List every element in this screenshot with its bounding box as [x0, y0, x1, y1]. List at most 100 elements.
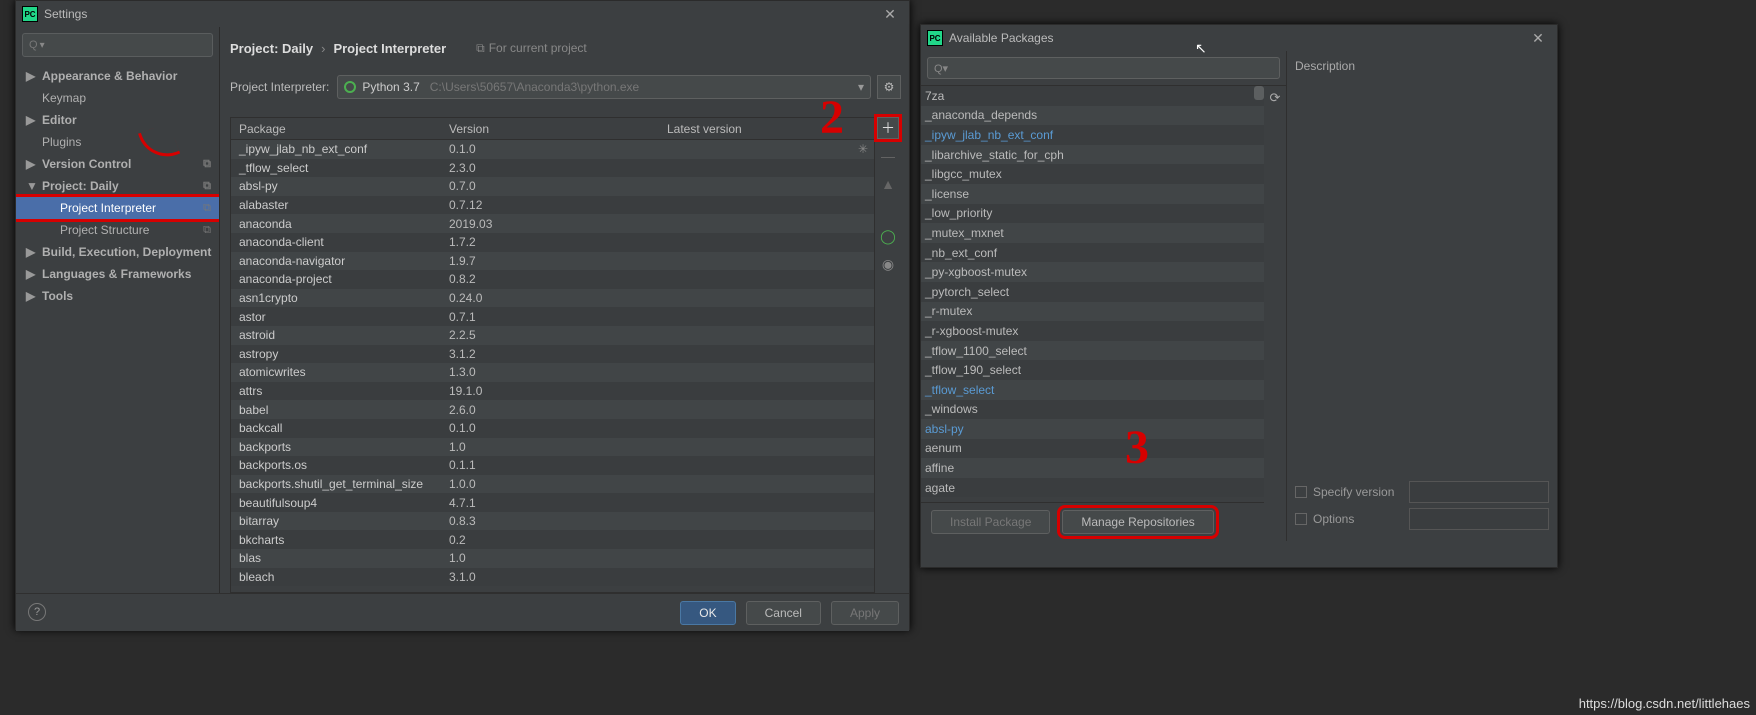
col-version[interactable]: Version — [449, 122, 667, 136]
list-item[interactable]: _nb_ext_conf — [921, 243, 1264, 263]
table-row[interactable]: anaconda2019.03 — [231, 214, 874, 233]
remove-package-button[interactable]: — — [877, 145, 899, 167]
specify-version-checkbox[interactable] — [1295, 486, 1307, 498]
sidebar-item[interactable]: Project Structure⧉ — [16, 219, 219, 241]
table-row[interactable]: astropy3.1.2 — [231, 345, 874, 364]
sidebar-item-label: Project Structure — [60, 223, 149, 237]
list-item[interactable]: _tflow_1100_select — [921, 341, 1264, 361]
packages-table[interactable]: Package Version Latest version _ipyw_jla… — [230, 117, 875, 593]
sidebar-item[interactable]: ▶Languages & Frameworks — [16, 263, 219, 285]
add-package-button[interactable]: ＋ — [877, 117, 899, 139]
table-row[interactable]: anaconda-navigator1.9.7 — [231, 252, 874, 271]
manage-repositories-button[interactable]: Manage Repositories — [1062, 510, 1213, 534]
col-package[interactable]: Package — [231, 122, 449, 136]
list-item[interactable]: _libarchive_static_for_cph — [921, 145, 1264, 165]
table-row[interactable]: _ipyw_jlab_nb_ext_conf0.1.0✳ — [231, 140, 874, 159]
list-item[interactable]: _anaconda_depends — [921, 106, 1264, 126]
table-row[interactable]: bkcharts0.2 — [231, 530, 874, 549]
breadcrumb: Project: Daily › Project Interpreter ⧉Fo… — [230, 37, 901, 59]
table-row[interactable]: astor0.7.1 — [231, 307, 874, 326]
table-row[interactable]: bleach3.1.0 — [231, 568, 874, 587]
table-row[interactable]: atomicwrites1.3.0 — [231, 363, 874, 382]
list-item[interactable]: _tflow_select — [921, 380, 1264, 400]
list-item[interactable]: _windows — [921, 400, 1264, 420]
interpreter-settings-button[interactable]: ⚙ — [877, 75, 901, 99]
list-item[interactable]: _ipyw_jlab_nb_ext_conf — [921, 125, 1264, 145]
options-input[interactable] — [1409, 508, 1549, 530]
table-row[interactable]: asn1crypto0.24.0 — [231, 289, 874, 308]
list-item[interactable]: _libgcc_mutex — [921, 164, 1264, 184]
table-row[interactable]: babel2.6.0 — [231, 400, 874, 419]
ok-button[interactable]: OK — [680, 601, 735, 625]
cell-version: 3.1.0 — [449, 570, 667, 584]
show-early-releases-icon[interactable]: ◉ — [877, 253, 899, 275]
table-row[interactable]: anaconda-project0.8.2 — [231, 270, 874, 289]
install-package-button[interactable]: Install Package — [931, 510, 1050, 534]
sidebar-item[interactable]: ▶Build, Execution, Deployment — [16, 241, 219, 263]
list-item[interactable]: _r-xgboost-mutex — [921, 321, 1264, 341]
list-item[interactable]: _r-mutex — [921, 302, 1264, 322]
options-label: Options — [1313, 512, 1354, 526]
sidebar-item[interactable]: ▶Version Control⧉ — [16, 153, 219, 175]
list-item[interactable]: _low_priority — [921, 204, 1264, 224]
sidebar-item[interactable]: ▶Tools — [16, 285, 219, 307]
available-package-list[interactable]: 7za_anaconda_depends_ipyw_jlab_nb_ext_co… — [921, 85, 1264, 503]
table-row[interactable]: backports1.0 — [231, 438, 874, 457]
cell-package: asn1crypto — [231, 291, 449, 305]
list-item[interactable]: _license — [921, 184, 1264, 204]
package-search-input[interactable]: Q▾ — [927, 57, 1280, 79]
sidebar-item-label: Build, Execution, Deployment — [42, 245, 211, 259]
cell-package: backports.os — [231, 458, 449, 472]
sidebar-item[interactable]: Plugins — [16, 131, 219, 153]
list-item[interactable]: aenum — [921, 439, 1264, 459]
options-checkbox[interactable] — [1295, 513, 1307, 525]
list-item[interactable]: 7za — [921, 86, 1264, 106]
close-icon[interactable]: ✕ — [1525, 25, 1551, 51]
conda-env-icon[interactable]: ◯ — [877, 225, 899, 247]
list-item[interactable]: agate — [921, 478, 1264, 498]
cell-version: 1.3.0 — [449, 365, 667, 379]
refresh-icon[interactable]: ⟳ — [1264, 85, 1286, 109]
settings-tree[interactable]: ▶Appearance & BehaviorKeymap▶EditorPlugi… — [16, 63, 219, 593]
scrollbar[interactable] — [1254, 86, 1264, 100]
upgrade-package-button[interactable]: ▲ — [877, 173, 899, 195]
sidebar-item[interactable]: Project Interpreter⧉ — [16, 197, 219, 219]
cancel-button[interactable]: Cancel — [746, 601, 821, 625]
table-row[interactable]: anaconda-client1.7.2 — [231, 233, 874, 252]
table-row[interactable]: alabaster0.7.12 — [231, 196, 874, 215]
apply-button[interactable]: Apply — [831, 601, 899, 625]
scope-icon: ⧉ — [203, 202, 211, 215]
table-row[interactable]: backcall0.1.0 — [231, 419, 874, 438]
table-row[interactable]: absl-py0.7.0 — [231, 177, 874, 196]
list-item[interactable]: _mutex_mxnet — [921, 223, 1264, 243]
interpreter-select[interactable]: Python 3.7 C:\Users\50657\Anaconda3\pyth… — [337, 75, 871, 99]
cell-package: backports — [231, 440, 449, 454]
table-row[interactable]: blas1.0 — [231, 549, 874, 568]
list-item[interactable]: _pytorch_select — [921, 282, 1264, 302]
table-row[interactable]: beautifulsoup44.7.1 — [231, 493, 874, 512]
crumb-note: For current project — [489, 41, 587, 55]
table-row[interactable]: backports.shutil_get_terminal_size1.0.0 — [231, 475, 874, 494]
specify-version-input[interactable] — [1409, 481, 1549, 503]
settings-titlebar[interactable]: PC Settings ✕ — [16, 1, 909, 27]
packages-titlebar[interactable]: PC Available Packages ✕ — [921, 25, 1557, 51]
list-item[interactable]: _tflow_190_select — [921, 360, 1264, 380]
sidebar-item[interactable]: Keymap — [16, 87, 219, 109]
cell-version: 0.7.12 — [449, 198, 667, 212]
settings-content: Project: Daily › Project Interpreter ⧉Fo… — [220, 27, 909, 593]
table-row[interactable]: _tflow_select2.3.0 — [231, 159, 874, 178]
sidebar-search-input[interactable]: Q▾ — [22, 33, 213, 57]
sidebar-item[interactable]: ▶Appearance & Behavior — [16, 65, 219, 87]
table-row[interactable]: attrs19.1.0 — [231, 382, 874, 401]
list-item[interactable]: _py-xgboost-mutex — [921, 262, 1264, 282]
table-row[interactable]: astroid2.2.5 — [231, 326, 874, 345]
list-item[interactable]: absl-py — [921, 419, 1264, 439]
sidebar-item[interactable]: ▼Project: Daily⧉ — [16, 175, 219, 197]
help-icon[interactable]: ? — [28, 603, 46, 621]
table-row[interactable]: backports.os0.1.1 — [231, 456, 874, 475]
sidebar-item[interactable]: ▶Editor — [16, 109, 219, 131]
list-item[interactable]: affine — [921, 458, 1264, 478]
table-row[interactable]: bitarray0.8.3 — [231, 512, 874, 531]
interpreter-name: Python 3.7 — [362, 80, 419, 94]
close-icon[interactable]: ✕ — [877, 1, 903, 27]
